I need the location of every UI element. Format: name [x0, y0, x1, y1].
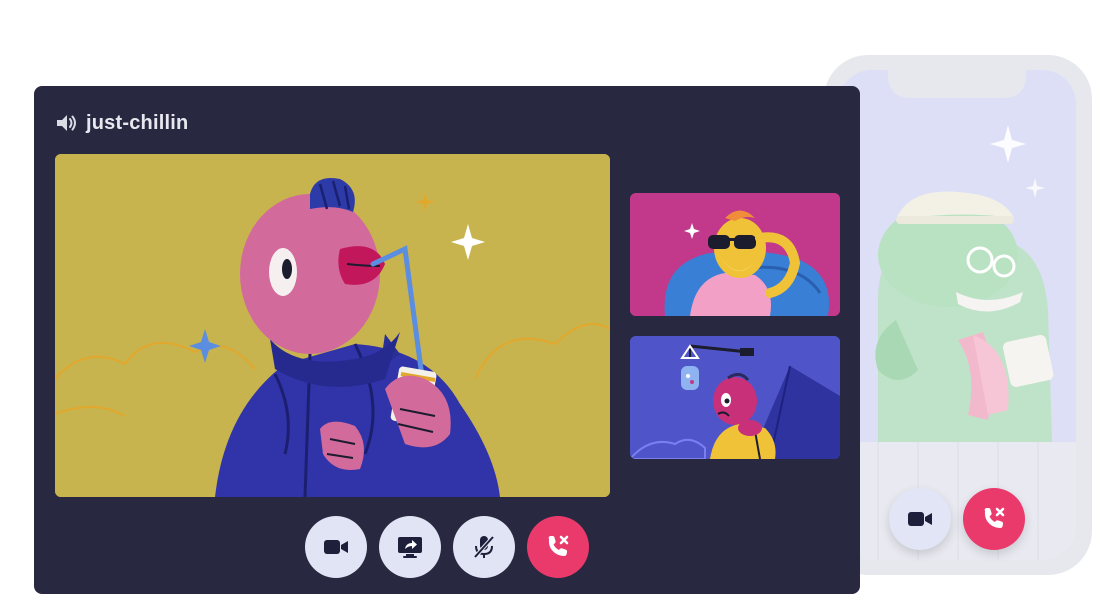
screen-share-button[interactable]	[379, 516, 441, 578]
video-camera-icon	[908, 512, 932, 526]
call-window: just-chillin	[34, 86, 860, 594]
video-tile-participant-b[interactable]	[630, 336, 840, 459]
phone-participant-illustration	[838, 125, 1076, 560]
hang-up-icon	[548, 535, 569, 556]
microphone-muted-icon	[473, 535, 495, 559]
leave-call-button[interactable]	[527, 516, 589, 578]
phone-camera-button[interactable]	[889, 488, 951, 550]
screen-share-icon	[398, 537, 422, 558]
participant-camping-illustration	[630, 336, 840, 459]
video-tile-main[interactable]	[55, 154, 610, 497]
speaker-icon	[57, 115, 76, 131]
channel-name: just-chillin	[86, 111, 189, 134]
video-camera-icon	[324, 540, 348, 554]
phone-notch	[888, 60, 1026, 98]
video-tile-participant-a[interactable]	[630, 193, 840, 316]
participant-drinking-illustration	[55, 154, 610, 497]
channel-header: just-chillin	[56, 110, 188, 136]
phone-screen	[838, 70, 1076, 560]
camera-button[interactable]	[305, 516, 367, 578]
phone-floor	[838, 442, 1076, 560]
mute-button[interactable]	[453, 516, 515, 578]
hang-up-icon	[984, 507, 1005, 528]
phone-leave-call-button[interactable]	[963, 488, 1025, 550]
participant-sunglasses-illustration	[630, 193, 840, 316]
